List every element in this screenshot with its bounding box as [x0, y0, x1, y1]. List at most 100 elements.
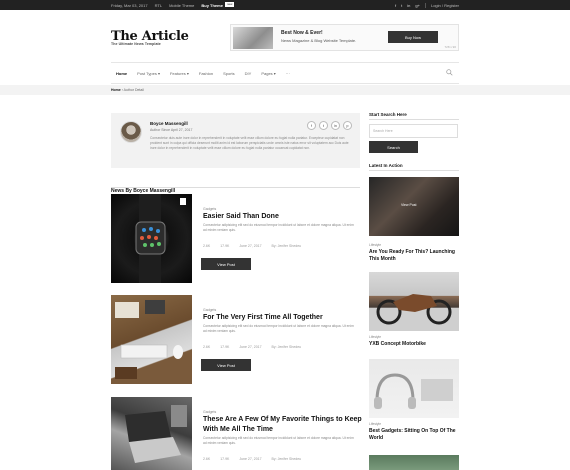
search-widget-heading: Start Search Here [369, 112, 459, 120]
card-label[interactable]: Lifestyle [369, 422, 459, 426]
laptop-image [125, 405, 187, 463]
card-title[interactable]: YXB Concept Motorbike [369, 341, 459, 348]
pinterest-icon[interactable]: p [343, 121, 352, 130]
rtl-link[interactable]: RTL [155, 3, 162, 8]
gadgets-image [374, 373, 453, 409]
post-excerpt: Consectetur adipisicing elit sed do eius… [203, 436, 354, 445]
post-author[interactable]: By: Jenifer Shedeu [272, 345, 302, 349]
facebook-icon[interactable]: f [307, 121, 316, 130]
view-post-button[interactable]: View Post [201, 258, 251, 270]
section-heading: News By Boyce Massengill [111, 179, 360, 197]
nav-item-fashion[interactable]: Fashion [199, 71, 213, 76]
mobile-theme-link[interactable]: Mobile Theme [169, 3, 194, 8]
sidebar-search-widget: Start Search Here [369, 112, 459, 120]
ad-size-note: 728 x 90 [444, 45, 456, 49]
author-since: Author Since April 27, 2017 [150, 128, 193, 132]
search-icon[interactable] [446, 69, 453, 76]
facebook-icon[interactable]: f [395, 3, 396, 8]
post-image[interactable] [111, 397, 192, 470]
post-image[interactable] [111, 295, 192, 384]
card-title[interactable]: Best Gadgets: Sitting On Top Of The Worl… [369, 428, 459, 442]
sidebar-card[interactable]: Lifestyle YXB Concept Motorbike [369, 272, 459, 348]
post-title[interactable]: Easier Said Than Done [203, 212, 363, 222]
smartwatch-image [135, 194, 166, 283]
twitter-icon[interactable]: t [319, 121, 328, 130]
post-category[interactable]: Gadgets [203, 308, 216, 312]
ad-title: Best Now & Ever! [281, 30, 323, 36]
new-badge: new [224, 2, 235, 7]
post-meta: 2.6K 17.9K June 27, 2017 By: Jenifer She… [203, 457, 301, 461]
post-card: Gadgets Easier Said Than Done Consectetu… [111, 194, 360, 284]
linkedin-icon[interactable]: in [331, 121, 340, 130]
card-image[interactable] [369, 272, 459, 331]
nav-item-diy[interactable]: DIY [245, 71, 252, 76]
ad-image [233, 27, 273, 49]
card-title[interactable]: Are You Ready For This? Launching This M… [369, 249, 459, 263]
post-image[interactable] [111, 194, 192, 283]
main-navigation: Home Post Types ▾ Features ▾ Fashion Spo… [111, 62, 459, 84]
card-image[interactable]: View Post [369, 177, 459, 236]
motorbike-image [376, 294, 452, 325]
post-title[interactable]: These Are A Few Of My Favorite Things to… [203, 415, 363, 434]
ad-subtitle: News Magazine & Blog Website Template. [281, 38, 357, 43]
post-title[interactable]: For The Very First Time All Together [203, 313, 363, 323]
likes-count: 2.6K [203, 457, 211, 461]
top-bar: Friday, Mar 03, 2017 RTL Mobile Theme Bu… [0, 0, 570, 10]
author-name[interactable]: Boyce Massengill [150, 121, 188, 126]
ad-buy-button[interactable]: Buy Now [388, 31, 438, 43]
breadcrumb-home[interactable]: Home [111, 88, 121, 92]
sidebar-card[interactable] [369, 455, 459, 470]
top-bar-left: Friday, Mar 03, 2017 RTL Mobile Theme Bu… [111, 2, 235, 8]
likes-count: 2.6K [203, 244, 211, 248]
sidebar-search-input[interactable]: Search Here [369, 124, 458, 138]
login-register-link[interactable]: Login / Register [431, 3, 459, 8]
bookmark-icon[interactable] [180, 198, 186, 205]
post-author[interactable]: By: Jenifer Shedeu [272, 457, 302, 461]
buy-theme-link[interactable]: Buy Theme [201, 3, 223, 8]
nav-item-pages[interactable]: Pages ▾ [261, 71, 275, 76]
breadcrumb: Home › Author Detail [111, 88, 144, 92]
post-category[interactable]: Gadgets [203, 207, 216, 211]
google-plus-icon[interactable]: g+ [415, 3, 420, 8]
author-social: f t in p [307, 121, 352, 130]
sidebar-search-button[interactable]: Search [369, 141, 418, 153]
likes-count: 2.6K [203, 345, 211, 349]
post-author[interactable]: By: Jenifer Shedeu [272, 244, 302, 248]
nav-more-icon[interactable]: ··· [286, 71, 290, 76]
card-image[interactable] [369, 455, 459, 470]
card-label[interactable]: Lifestyle [369, 335, 459, 339]
post-meta: 2.6K 17.9K June 27, 2017 By: Jenifer She… [203, 244, 301, 248]
post-card: Gadgets For The Very First Time All Toge… [111, 295, 360, 385]
view-post-overlay[interactable]: View Post [401, 203, 417, 207]
post-excerpt: Consectetur adipisicing elit sed do eius… [203, 324, 354, 333]
nav-item-features[interactable]: Features ▾ [170, 71, 189, 76]
sidebar-card[interactable]: Lifestyle Best Gadgets: Sitting On Top O… [369, 359, 459, 442]
card-image[interactable] [369, 359, 459, 418]
sidebar-card[interactable]: View Post [369, 177, 459, 236]
author-box: Boyce Massengill Author Since April 27, … [111, 113, 360, 168]
nav-item-home[interactable]: Home [116, 71, 127, 76]
divider [424, 3, 426, 8]
nav-item-post-types[interactable]: Post Types ▾ [137, 71, 160, 76]
author-bio: Consectetur duis aute irure dolor in rep… [150, 136, 349, 151]
twitter-icon[interactable]: t [401, 3, 402, 8]
post-meta: 2.6K 17.9K June 27, 2017 By: Jenifer She… [203, 345, 301, 349]
header-ad-banner[interactable]: Best Now & Ever! News Magazine & Blog We… [230, 24, 459, 51]
site-tagline: The Ultimate News Template [111, 42, 161, 46]
sidebar-card[interactable]: Lifestyle Are You Ready For This? Launch… [369, 239, 459, 263]
post-date: June 27, 2017 [239, 457, 262, 461]
linkedin-icon[interactable]: in [407, 3, 410, 8]
post-card: Gadgets These Are A Few Of My Favorite T… [111, 397, 363, 470]
current-date: Friday, Mar 03, 2017 [111, 3, 148, 8]
view-post-button[interactable]: View Post [201, 359, 251, 371]
latest-widget-heading: Latest In Action [369, 163, 459, 171]
views-count: 17.9K [220, 457, 230, 461]
post-date: June 27, 2017 [239, 244, 262, 248]
post-excerpt: Consectetur adipisicing elit sed do eius… [203, 223, 354, 232]
post-category[interactable]: Gadgets [203, 410, 216, 414]
post-date: June 27, 2017 [239, 345, 262, 349]
views-count: 17.9K [220, 345, 230, 349]
nav-item-sports[interactable]: Sports [223, 71, 235, 76]
breadcrumb-current: Author Detail [123, 88, 144, 92]
card-label[interactable]: Lifestyle [369, 243, 459, 247]
